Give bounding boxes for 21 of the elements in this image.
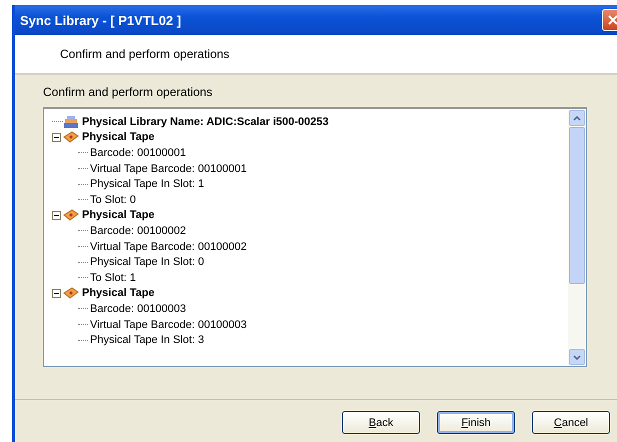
section-label: Confirm and perform operations (43, 85, 214, 99)
header-text: Confirm and perform operations (60, 47, 230, 61)
tree-leaf[interactable]: Barcode: 00100001 (90, 146, 186, 159)
tree-leaf[interactable]: Physical Tape In Slot: 1 (90, 178, 204, 190)
tree-leaf[interactable]: Physical Tape In Slot: 3 (90, 334, 204, 346)
tree-node[interactable]: Physical Tape (82, 209, 155, 222)
tree-leaf[interactable]: Physical Tape In Slot: 0 (90, 256, 204, 268)
tree-leaf[interactable]: Virtual Tape Barcode: 00100001 (90, 162, 247, 175)
tree-leaf[interactable]: Virtual Tape Barcode: 00100002 (90, 240, 247, 253)
tree-leaf[interactable]: Barcode: 00100002 (90, 224, 186, 237)
window-title: Sync Library - [ P1VTL02 ] (20, 12, 182, 28)
tree-leaf[interactable]: Virtual Tape Barcode: 00100003 (90, 318, 247, 331)
tree-node[interactable]: Physical Library Name: ADIC:Scalar i500-00253 (82, 116, 329, 128)
tree-node[interactable]: Physical Tape (82, 287, 155, 300)
dialog-button[interactable]: Finish (437, 411, 515, 434)
tree-leaf[interactable]: Barcode: 00100003 (90, 302, 186, 315)
tree-node[interactable]: Physical Tape (82, 131, 155, 144)
dialog-button[interactable]: Cancel (532, 411, 610, 434)
dialog-button[interactable]: Back (342, 411, 420, 434)
tree-leaf[interactable]: To Slot: 1 (90, 272, 136, 284)
tree-leaf[interactable]: To Slot: 0 (90, 194, 136, 206)
